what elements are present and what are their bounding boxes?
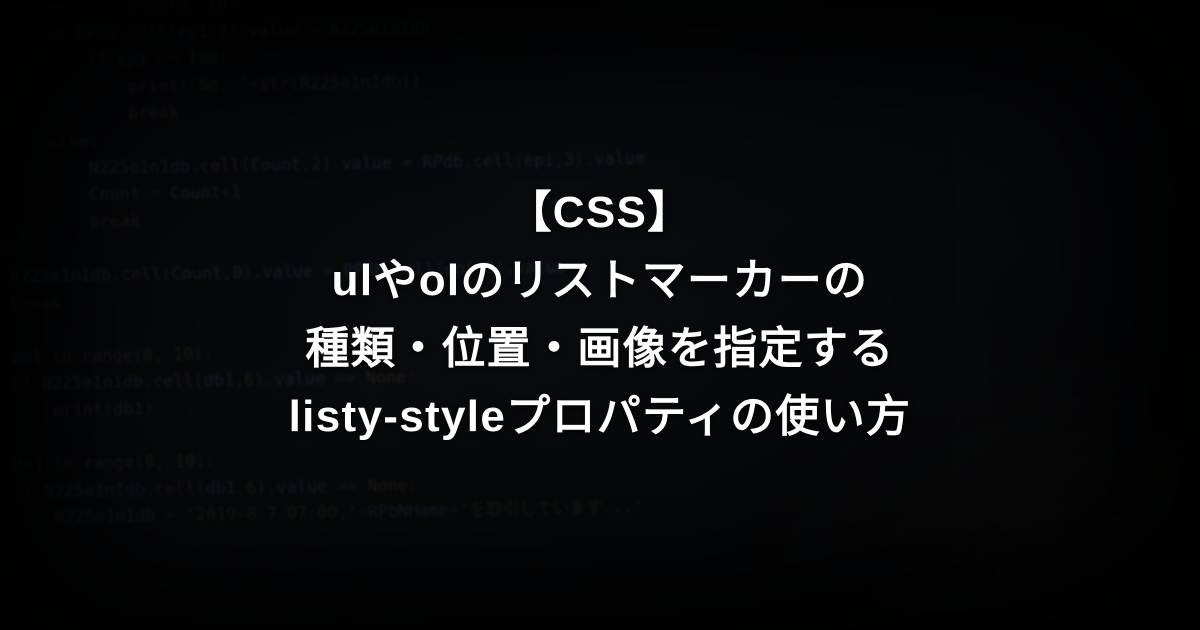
hero-backdrop: for epi in range(0, 10): if RPdb.cell(ep…	[0, 0, 1200, 630]
title-line-1: 【CSS】	[507, 179, 692, 247]
title-line-3: 種類・位置・画像を指定する	[305, 315, 894, 383]
title-line-4: listy-styleプロパティの使い方	[289, 383, 912, 451]
title-line-2: ulやolのリストマーカーの	[332, 247, 869, 315]
title-container: 【CSS】 ulやolのリストマーカーの 種類・位置・画像を指定する listy…	[0, 0, 1200, 630]
